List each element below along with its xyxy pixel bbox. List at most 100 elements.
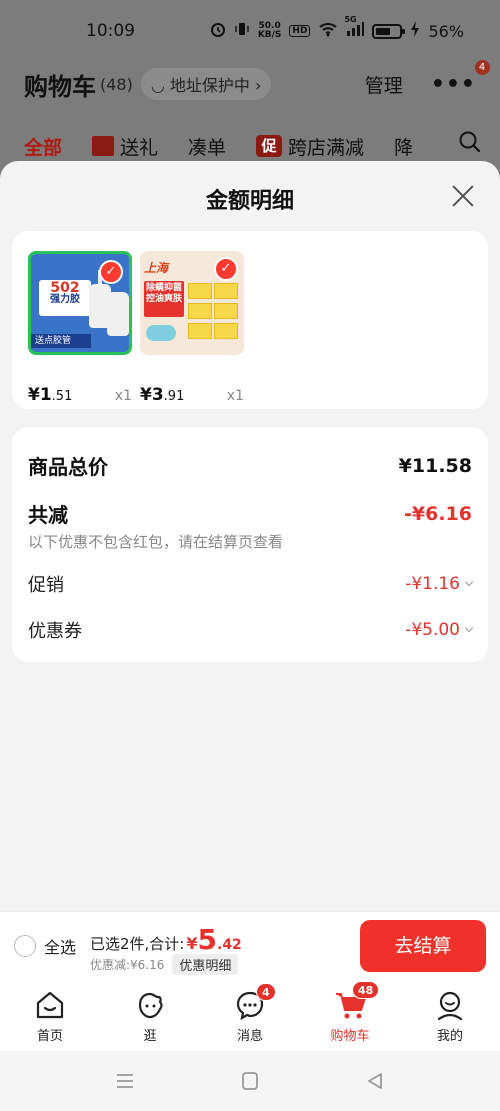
shield-icon: ◡ — [150, 76, 170, 95]
select-all-toggle[interactable]: 全选 — [14, 934, 76, 958]
soap-box — [214, 323, 238, 339]
product-price-row: ¥3 .91 x1 — [140, 385, 244, 405]
price-summary-card: 商品总价 ¥11.58 共减 -¥6.16 以下优惠不包含红包，请在结算页查看 … — [12, 427, 488, 662]
nav-item-cart[interactable]: 48 购物车 — [300, 979, 400, 1051]
soap-brand: 上海 — [144, 261, 169, 275]
more-menu-button[interactable]: ••• 4 — [431, 59, 490, 97]
soap-box — [188, 303, 212, 319]
battery-icon — [372, 23, 406, 39]
cart-count: (48) — [100, 74, 133, 94]
tab-price-drop[interactable]: 降 — [394, 133, 413, 160]
product-quantity: x1 — [226, 388, 244, 404]
alarm-icon — [210, 21, 226, 41]
status-icons: 50.0 KB/S HD 5G 56% — [210, 15, 464, 41]
total-integer: 5 — [197, 923, 217, 956]
coupon-amount: -¥5.00 — [405, 620, 460, 640]
battery-percent: 56% — [428, 21, 464, 41]
soap-product-image: 上海 除螨抑菌控油爽肤 ✓ — [140, 251, 244, 355]
tab-bundle[interactable]: 凑单 — [188, 133, 226, 160]
product-quantity: x1 — [114, 388, 132, 404]
soap-box — [214, 303, 238, 319]
nav-item-home[interactable]: 首页 — [0, 979, 100, 1051]
tab-gift[interactable]: 送礼 — [92, 133, 158, 160]
system-nav-bar — [0, 1051, 500, 1111]
nav-label: 首页 — [36, 1029, 63, 1044]
checkout-total: 已选2件,合计: ¥ 5 .42 — [90, 926, 242, 954]
promotion-row[interactable]: 促销 -¥1.16 — [28, 571, 474, 597]
manage-button[interactable]: 管理 — [365, 71, 403, 98]
address-protect-label: 地址保护中 — [169, 76, 250, 95]
total-price-label: 商品总价 — [28, 455, 108, 479]
checkout-button[interactable]: 去结算 — [360, 920, 486, 972]
discount-detail-button[interactable]: 优惠明细 — [172, 954, 239, 975]
messages-badge: 4 — [256, 983, 276, 1001]
back-icon[interactable] — [313, 1072, 438, 1090]
nav-label: 购物车 — [330, 1029, 370, 1044]
tab-label: 全部 — [24, 136, 63, 159]
cart-title: 购物车 — [24, 72, 96, 101]
vibrate-icon — [234, 21, 250, 41]
price-integer: ¥1 — [28, 385, 52, 405]
price-integer: ¥3 — [140, 385, 164, 405]
product-item[interactable]: 502 强力胶 送点胶管 ✓ ¥1 .51 x1 — [28, 251, 132, 405]
soap-box — [188, 283, 212, 299]
promotion-label: 促销 — [28, 575, 64, 596]
promo-tag: 促 — [256, 135, 283, 157]
price-decimal: .91 — [163, 389, 185, 404]
soap-box — [188, 323, 212, 339]
close-icon[interactable] — [450, 183, 476, 209]
chevron-down-icon — [464, 577, 474, 587]
home-button-icon[interactable] — [188, 1072, 313, 1090]
more-badge: 4 — [475, 59, 490, 75]
address-protect-pill[interactable]: ◡ 地址保护中 › — [140, 68, 272, 100]
selected-count-text: 已选2件,合计: — [90, 935, 185, 953]
chevron-right-icon: › — [249, 76, 262, 95]
discount-note: 以下优惠不包含红包，请在结算页查看 — [28, 533, 284, 551]
profile-icon — [434, 989, 466, 1021]
nav-label: 消息 — [236, 1029, 263, 1044]
menu-icon[interactable] — [63, 1072, 188, 1090]
total-currency: ¥ — [186, 934, 198, 953]
tab-cross-store[interactable]: 促跨店满减 — [256, 133, 364, 160]
cell-signal-icon: 5G — [344, 15, 365, 41]
check-icon: ✓ — [214, 257, 238, 281]
select-all-radio[interactable] — [14, 935, 36, 957]
cart-badge: 48 — [352, 981, 380, 999]
soap-banner: 除螨抑菌控油爽肤 — [144, 281, 184, 317]
status-bar: 10:09 50.0 KB/S HD 5G 56% — [0, 0, 500, 62]
nav-item-profile[interactable]: 我的 — [400, 979, 500, 1051]
bottle-shape — [107, 292, 129, 336]
nav-label: 我的 — [436, 1029, 463, 1044]
promotion-amount: -¥1.16 — [405, 574, 460, 594]
discount-total-row: 共减 -¥6.16 — [28, 499, 472, 528]
check-icon: ✓ — [99, 260, 123, 284]
home-icon — [34, 989, 66, 1021]
browse-icon — [134, 989, 166, 1021]
chevron-down-icon — [464, 623, 474, 633]
cart-page-backdrop: 10:09 50.0 KB/S HD 5G 56% 购物车 (48) ◡ 地址保… — [0, 0, 500, 180]
total-price-value: ¥11.58 — [398, 454, 472, 477]
product-item[interactable]: 上海 除螨抑菌控油爽肤 ✓ ¥3 .91 x1 — [140, 251, 244, 405]
tab-label: 凑单 — [188, 136, 227, 159]
coupon-row[interactable]: 优惠券 -¥5.00 — [28, 617, 474, 643]
checkout-discount-line: 优惠减:¥6.16 优惠明细 — [90, 954, 239, 975]
charging-icon — [410, 21, 420, 41]
signal-label: 5G — [344, 15, 357, 24]
price-decimal: .51 — [51, 389, 73, 404]
soap-box — [214, 283, 238, 299]
nav-item-messages[interactable]: 4 消息 — [200, 979, 300, 1051]
coupon-value: -¥5.00 — [405, 620, 474, 640]
product-price-row: ¥1 .51 x1 — [28, 385, 132, 405]
nav-label: 逛 — [143, 1029, 157, 1044]
nav-item-browse[interactable]: 逛 — [100, 979, 200, 1051]
hd-badge: HD — [289, 25, 311, 37]
cart-filter-tabs: 全部 送礼 凑单 促跨店满减 降 — [24, 130, 494, 162]
discount-total-label: 共减 — [28, 503, 68, 527]
select-all-label: 全选 — [44, 938, 77, 957]
status-time: 10:09 — [86, 21, 135, 41]
discount-summary: 优惠减:¥6.16 — [90, 958, 165, 972]
sheet-title: 金额明细 — [205, 189, 294, 214]
search-icon[interactable] — [458, 130, 488, 162]
tab-all[interactable]: 全部 — [24, 133, 62, 160]
discount-total-value: -¥6.16 — [404, 502, 472, 525]
